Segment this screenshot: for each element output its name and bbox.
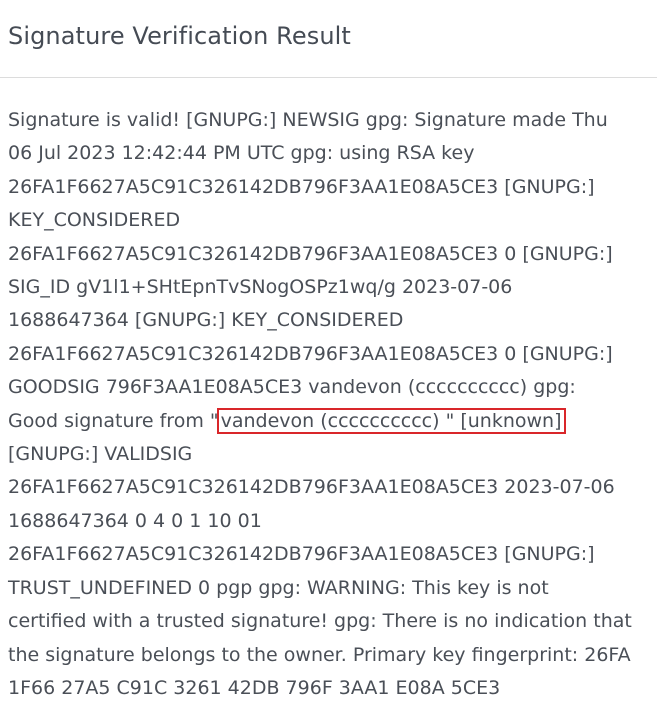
panel-body: Signature is valid! [GNUPG:] NEWSIG gpg:… (0, 78, 649, 705)
result-line: certified with a trusted signature! gpg:… (8, 610, 632, 633)
result-line: 06 Jul 2023 12:42:44 PM UTC gpg: using R… (8, 142, 475, 165)
result-line: KEY_CONSIDERED (8, 209, 181, 232)
result-line: Signature is valid! [GNUPG:] NEWSIG gpg:… (8, 109, 608, 131)
result-line: SIG_ID gV1l1+SHtEpnTvSNogOSPz1wq/g 2023-… (8, 276, 513, 299)
result-line: 26FA1F6627A5C91C326142DB796F3AA1E08A5CE3… (8, 175, 595, 198)
signer-identity-highlight: vandevon (cccccccccc) " [unknown] (216, 407, 566, 434)
result-line: the signature belongs to the owner. Prim… (8, 643, 631, 666)
good-signature-prefix: Good signature from " (8, 409, 219, 432)
result-line: 26FA1F6627A5C91C326142DB796F3AA1E08A5CE3… (8, 543, 595, 566)
result-line: 26FA1F6627A5C91C326142DB796F3AA1E08A5CE3… (8, 476, 615, 499)
result-line: 26FA1F6627A5C91C326142DB796F3AA1E08A5CE3… (8, 242, 613, 265)
good-signature-line: Good signature from " vandevon (ccccccccc… (8, 405, 649, 438)
result-line: 1F66 27A5 C91C 3261 42DB 796F 3AA1 E08A … (8, 676, 501, 699)
result-line: [GNUPG:] VALIDSIG (8, 443, 193, 466)
result-line: GOODSIG 796F3AA1E08A5CE3 vandevon (ccccc… (8, 376, 576, 399)
result-line: 26FA1F6627A5C91C326142DB796F3AA1E08A5CE3… (8, 342, 613, 365)
verification-result-text[interactable]: Signature is valid! [GNUPG:] NEWSIG gpg:… (8, 104, 649, 705)
result-line: 1688647364 [GNUPG:] KEY_CONSIDERED (8, 309, 404, 332)
result-line: TRUST_UNDEFINED 0 pgp gpg: WARNING: This… (8, 576, 549, 599)
result-line: 1688647364 0 4 0 1 10 01 (8, 509, 262, 532)
panel-header: Signature Verification Result (0, 0, 657, 78)
signature-verification-panel: Signature Verification Result Signature … (0, 0, 657, 720)
panel-title: Signature Verification Result (8, 22, 351, 50)
